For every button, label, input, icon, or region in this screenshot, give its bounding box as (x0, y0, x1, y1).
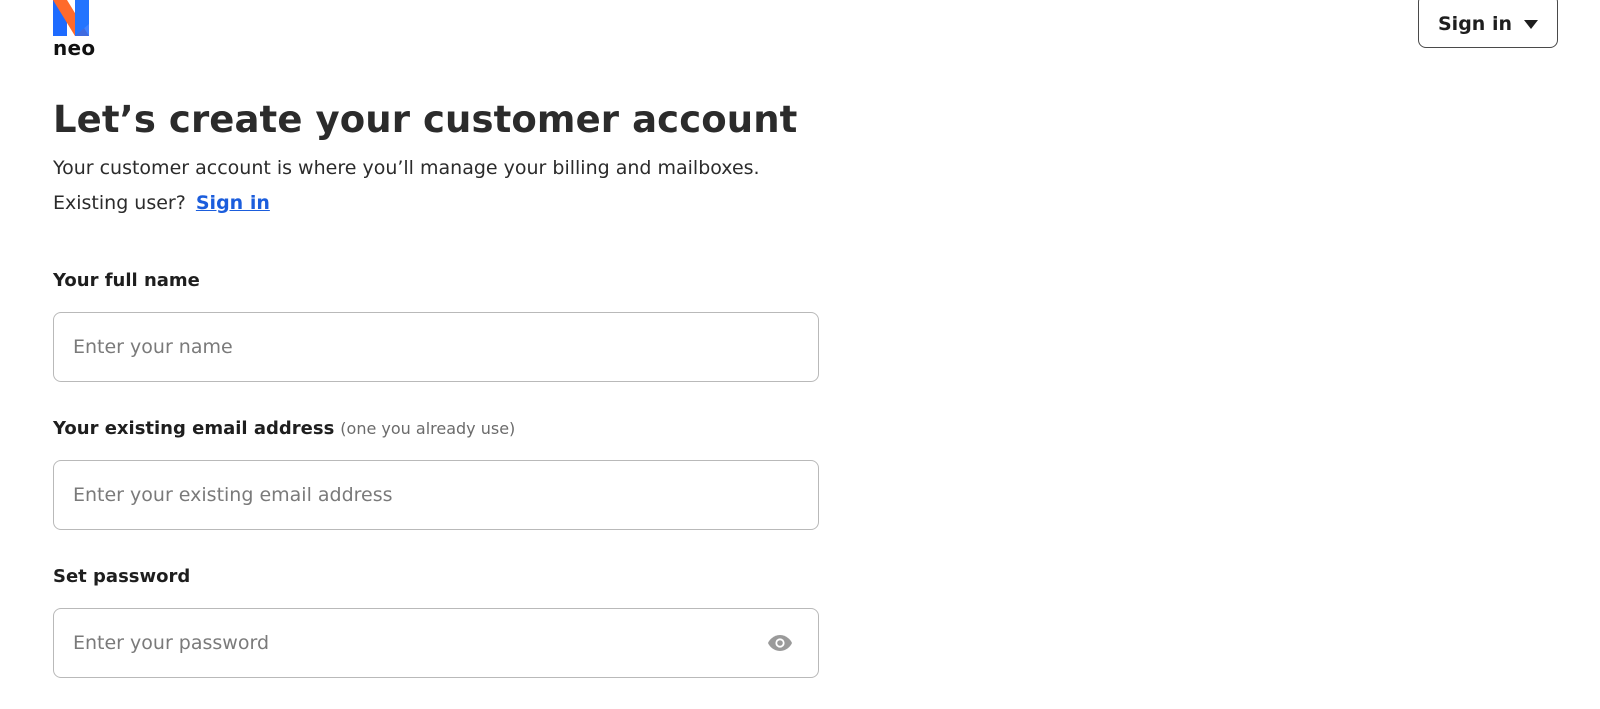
email-input[interactable] (54, 461, 818, 529)
page-subtitle: Your customer account is where you’ll ma… (53, 157, 760, 179)
caret-down-icon (1523, 19, 1538, 29)
neo-logo[interactable]: neo (53, 0, 113, 62)
full-name-field-wrapper (53, 312, 819, 382)
eye-icon[interactable] (767, 632, 793, 654)
signup-page: neo Sign in Let’s create your customer a… (0, 0, 1600, 709)
neo-logo-mark-icon (53, 0, 89, 36)
password-label: Set password (53, 566, 191, 587)
signin-dropdown-label: Sign in (1438, 13, 1512, 35)
email-label-row: Your existing email address (one you alre… (53, 418, 515, 439)
full-name-input[interactable] (54, 313, 818, 381)
neo-logo-text: neo (53, 36, 96, 60)
existing-user-prefix: Existing user? (53, 192, 186, 214)
full-name-label: Your full name (53, 270, 200, 291)
email-hint: (one you already use) (340, 419, 516, 438)
password-field-wrapper (53, 608, 819, 678)
email-label: Your existing email address (53, 418, 335, 439)
email-field-wrapper (53, 460, 819, 530)
existing-user-line: Existing user? Sign in (53, 192, 270, 214)
signin-link[interactable]: Sign in (196, 192, 270, 214)
password-input[interactable] (54, 609, 818, 677)
signin-dropdown-button[interactable]: Sign in (1418, 0, 1558, 48)
page-title: Let’s create your customer account (53, 98, 798, 141)
